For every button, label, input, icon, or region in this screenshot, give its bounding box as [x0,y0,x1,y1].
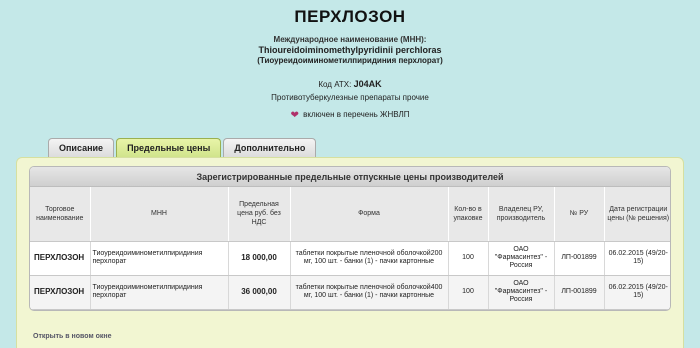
price-table: Торговое наименование МНН Предельная цен… [30,187,670,310]
tab-panel: Зарегистрированные предельные отпускные … [16,157,684,348]
cell-inn: Тиоуреидоиминометилпиридиния перхлорат [90,241,229,276]
cell-inn: Тиоуреидоиминометилпиридиния перхлорат [90,275,229,310]
cell-price: 36 000,00 [228,275,291,310]
tab-additional[interactable]: Дополнительно [223,138,317,157]
column-header: Дата регистрации цены (№ решения) [604,187,670,242]
tab-description[interactable]: Описание [48,138,115,157]
atc-description: Противотуберкулезные препараты прочие [271,93,429,102]
atc-code-line: Код АТХ: J04AK [0,79,700,90]
table-row: ПЕРХЛОЗОН Тиоуреидоиминометилпиридиния п… [30,275,670,310]
column-header: Торговое наименование [30,187,91,242]
cell-reg-date: 06.02.2015 (49/20-15) [604,275,670,310]
page-title: ПЕРХЛОЗОН [294,7,406,26]
cell-trade-name: ПЕРХЛОЗОН [30,241,91,276]
inn-russian: (Тиоуреидоиминометилпиридиния перхлорат) [257,56,443,65]
column-header: № РУ [554,187,605,242]
inn-latin: Thioureidoiminomethylpyridinii perchlora… [258,45,442,55]
table-header-row: Торговое наименование МНН Предельная цен… [30,187,670,242]
jnvlp-label: включен в перечень ЖНВЛП [303,110,410,119]
jnvlp-status: ❤ включен в перечень ЖНВЛП [0,110,700,121]
table-caption: Зарегистрированные предельные отпускные … [30,167,670,187]
column-header: МНН [90,187,229,242]
drug-header: ПЕРХЛОЗОН Международное наименование (МН… [0,0,700,121]
column-header: Кол-во в упаковке [448,187,489,242]
atc-label: Код АТХ: [318,80,352,89]
price-table-box: Зарегистрированные предельные отпускные … [29,166,671,311]
cell-form: таблетки покрытые пленочной оболочкой400… [290,275,449,310]
inn-caption: Международное наименование (МНН): [273,35,427,44]
cell-form: таблетки покрытые пленочной оболочкой200… [290,241,449,276]
column-header: Предельная цена руб. без НДС [228,187,291,242]
cell-reg-number: ЛП-001899 [554,275,605,310]
cell-reg-date: 06.02.2015 (49/20-15) [604,241,670,276]
cell-owner: ОАО "Фармасинтез" - Россия [488,241,555,276]
tab-bar: Описание Предельные цены Дополнительно [48,138,317,158]
cell-trade-name: ПЕРХЛОЗОН [30,275,91,310]
cell-price: 18 000,00 [228,241,291,276]
cell-quantity: 100 [448,275,489,310]
cell-owner: ОАО "Фармасинтез" - Россия [488,275,555,310]
tab-price-limits[interactable]: Предельные цены [116,138,222,158]
column-header: Владелец РУ, производитель [488,187,555,242]
column-header: Форма [290,187,449,242]
open-new-window-link[interactable]: Открыть в новом окне [33,333,111,340]
cell-quantity: 100 [448,241,489,276]
heart-icon: ❤ [290,110,299,121]
atc-code: J04AK [353,79,382,89]
cell-reg-number: ЛП-001899 [554,241,605,276]
table-row: ПЕРХЛОЗОН Тиоуреидоиминометилпиридиния п… [30,241,670,276]
